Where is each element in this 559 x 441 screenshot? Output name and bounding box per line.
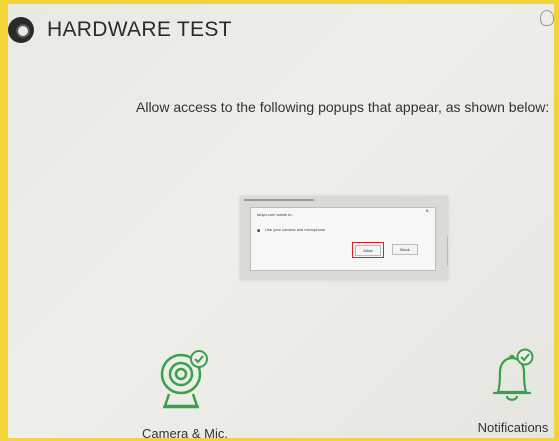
divider <box>447 236 448 266</box>
microphone-icon: ■ <box>257 228 261 234</box>
webcam-check-icon <box>160 350 208 409</box>
browser-url-bar <box>244 199 314 201</box>
dialog-request-text: Use your camera and microphone <box>265 227 326 232</box>
camera-mic-test[interactable]: Camera & Mic. <box>130 348 240 438</box>
block-button: Block <box>392 244 418 255</box>
page-title: HARDWARE TEST <box>47 18 232 41</box>
permission-dialog: taoyo.com wants to: × ■ Use your camera … <box>250 207 436 271</box>
notifications-test[interactable]: Notifications <box>466 348 554 438</box>
close-icon: × <box>425 209 429 215</box>
allow-button-highlighted: Allow <box>352 242 384 258</box>
camera-mic-label: Camera & Mic. <box>142 426 228 438</box>
allow-button-label: Allow <box>355 244 381 256</box>
bell-check-icon <box>493 348 534 401</box>
help-icon[interactable] <box>540 10 554 26</box>
hardware-test-screen: HARDWARE TEST Allow access to the follow… <box>8 4 554 438</box>
instruction-text: Allow access to the following popups tha… <box>136 99 550 115</box>
dialog-origin-text: taoyo.com wants to: <box>257 212 293 217</box>
sample-permission-popup: taoyo.com wants to: × ■ Use your camera … <box>240 196 448 280</box>
notifications-label: Notifications <box>477 420 549 435</box>
app-logo-icon <box>8 17 34 43</box>
